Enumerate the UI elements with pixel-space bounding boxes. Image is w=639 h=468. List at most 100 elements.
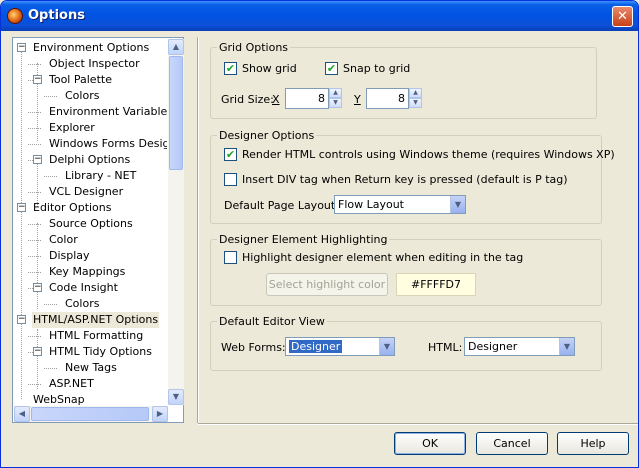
web-forms-label: Web Forms:: [221, 341, 286, 354]
tree-item[interactable]: Windows Forms Designer: [14, 136, 167, 152]
grid-x-input[interactable]: 8: [285, 88, 329, 109]
tree-item[interactable]: VCL Designer: [14, 184, 166, 200]
tree-item-label: Display: [49, 249, 90, 262]
highlight-color-swatch: #FFFFD7: [396, 273, 476, 296]
tree-item-label: Explorer: [49, 121, 95, 134]
options-tree[interactable]: − Environment Options Object Inspector − Too…: [12, 37, 184, 423]
chevron-down-icon[interactable]: ▼: [379, 338, 394, 355]
tree-item[interactable]: Explorer: [14, 120, 166, 136]
tree-item-label: Color: [49, 233, 78, 246]
web-forms-value: Designer: [289, 340, 343, 353]
highlighting-group: Designer Element Highlighting Highlight …: [210, 233, 602, 306]
tree-item-label: Tool Palette: [49, 73, 112, 86]
scroll-right-icon[interactable]: ▶: [152, 406, 168, 422]
group-title: Grid Options: [217, 41, 291, 54]
page-layout-label: Default Page Layout:: [224, 199, 339, 212]
bottom-separator: [198, 423, 638, 425]
highlight-checkbox[interactable]: [224, 251, 237, 264]
tree-item-label: Colors: [65, 297, 100, 310]
tree-item-label: Environment Variables: [49, 105, 167, 118]
page-layout-select[interactable]: Flow Layout ▼: [334, 195, 466, 214]
grid-x-spinner[interactable]: ▲ ▼: [329, 88, 342, 109]
group-title: Default Editor View: [217, 315, 327, 328]
tree-item-label: HTML Tidy Options: [49, 345, 152, 358]
tree-item[interactable]: Library - NET: [14, 168, 166, 184]
tree-item-label: Delphi Options: [49, 153, 131, 166]
tree-item-label: Object Inspector: [49, 57, 140, 70]
page-layout-value: Flow Layout: [338, 198, 404, 211]
grid-y-input[interactable]: 8: [366, 88, 409, 109]
window-title: Options: [28, 8, 85, 23]
tree-item[interactable]: Tool Palette: [14, 72, 166, 88]
tree-item[interactable]: Delphi Options: [14, 152, 166, 168]
grid-size-label: Grid Size:: [221, 93, 274, 106]
html-view-label: HTML:: [428, 341, 463, 354]
tree-item-label: Code Insight: [49, 281, 118, 294]
tree-item[interactable]: Editor Options: [14, 200, 166, 216]
help-button[interactable]: Help: [557, 432, 629, 455]
tree-item-label: HTML/ASP.NET Options: [32, 312, 160, 328]
scroll-thumb-horizontal[interactable]: [31, 407, 149, 421]
tree-item[interactable]: New Tags: [14, 360, 166, 376]
tree-item-label: Source Options: [49, 217, 133, 230]
editor-view-group: Default Editor View Web Forms: Designer …: [210, 315, 602, 371]
grid-options-group: Grid Options Show grid Snap to grid Grid…: [210, 41, 597, 119]
tree-item[interactable]: Colors: [14, 296, 166, 312]
tree-item[interactable]: HTML Tidy Options: [14, 344, 166, 360]
tree-item-label: Environment Options: [33, 41, 150, 54]
tree-item[interactable]: WebSnap: [14, 392, 166, 405]
tree-item[interactable]: Object Inspector: [14, 56, 166, 72]
html-view-value: Designer: [468, 340, 518, 353]
tree-item[interactable]: Environment Variables: [14, 104, 167, 120]
tree-item[interactable]: Display: [14, 248, 166, 264]
title-bar[interactable]: Options ✕: [1, 1, 638, 31]
tree-item-label: ASP.NET: [49, 377, 94, 390]
chevron-down-icon[interactable]: ▼: [450, 196, 465, 213]
snap-to-grid-checkbox[interactable]: [325, 62, 338, 75]
tree-item[interactable]: Colors: [14, 88, 166, 104]
tree-item[interactable]: Code Insight: [14, 280, 166, 296]
html-view-select[interactable]: Designer ▼: [464, 337, 575, 356]
tree-item[interactable]: HTML Formatting: [14, 328, 166, 344]
insert-div-label[interactable]: Insert DIV tag when Return key is presse…: [242, 173, 568, 186]
render-html-checkbox[interactable]: [224, 148, 237, 161]
tree-item-label: VCL Designer: [49, 185, 124, 198]
grid-y-spinner[interactable]: ▲ ▼: [409, 88, 422, 109]
snap-to-grid-label[interactable]: Snap to grid: [343, 62, 410, 75]
tree-item[interactable]: Environment Options: [14, 40, 166, 56]
tree-item-label: Colors: [65, 89, 100, 102]
highlight-label[interactable]: Highlight designer element when editing …: [242, 251, 523, 264]
tree-item[interactable]: Source Options: [14, 216, 166, 232]
tree-item-label: HTML Formatting: [49, 329, 144, 342]
scroll-down-icon[interactable]: ▼: [168, 389, 184, 405]
tree-item[interactable]: Key Mappings: [14, 264, 166, 280]
group-title: Designer Element Highlighting: [217, 233, 390, 246]
tree-item-label: Windows Forms Designer: [49, 137, 167, 150]
tree-item-label: Editor Options: [33, 201, 112, 214]
tree-item-label: Key Mappings: [49, 265, 126, 278]
tree-item-label: New Tags: [65, 361, 117, 374]
scroll-up-icon[interactable]: ▲: [168, 39, 184, 55]
scroll-thumb[interactable]: [169, 56, 183, 170]
group-title: Designer Options: [217, 129, 317, 142]
close-button[interactable]: ✕: [612, 6, 633, 27]
pane-divider: [197, 37, 199, 423]
insert-div-checkbox[interactable]: [224, 173, 237, 186]
render-html-label[interactable]: Render HTML controls using Windows theme…: [242, 148, 615, 161]
tree-item[interactable]: ASP.NET: [14, 376, 166, 392]
tree-item-label: WebSnap: [33, 393, 85, 405]
web-forms-select[interactable]: Designer ▼: [285, 337, 395, 356]
show-grid-checkbox[interactable]: [224, 62, 237, 75]
tree-vertical-scrollbar[interactable]: ▲ ▼: [168, 39, 184, 405]
show-grid-label[interactable]: Show grid: [242, 62, 297, 75]
chevron-down-icon[interactable]: ▼: [559, 338, 574, 355]
ok-button[interactable]: OK: [394, 432, 466, 455]
designer-options-group: Designer Options Render HTML controls us…: [210, 129, 615, 224]
cancel-button[interactable]: Cancel: [476, 432, 548, 455]
select-highlight-color-button[interactable]: Select highlight color: [266, 273, 388, 296]
tree-item[interactable]: HTML/ASP.NET Options: [14, 312, 166, 328]
tree-item[interactable]: Color: [14, 232, 166, 248]
scroll-left-icon[interactable]: ◀: [14, 406, 30, 422]
tree-horizontal-scrollbar[interactable]: ◀ ▶: [14, 406, 168, 422]
options-dialog: Options ✕ − Environment Options Object Ins…: [0, 0, 639, 468]
